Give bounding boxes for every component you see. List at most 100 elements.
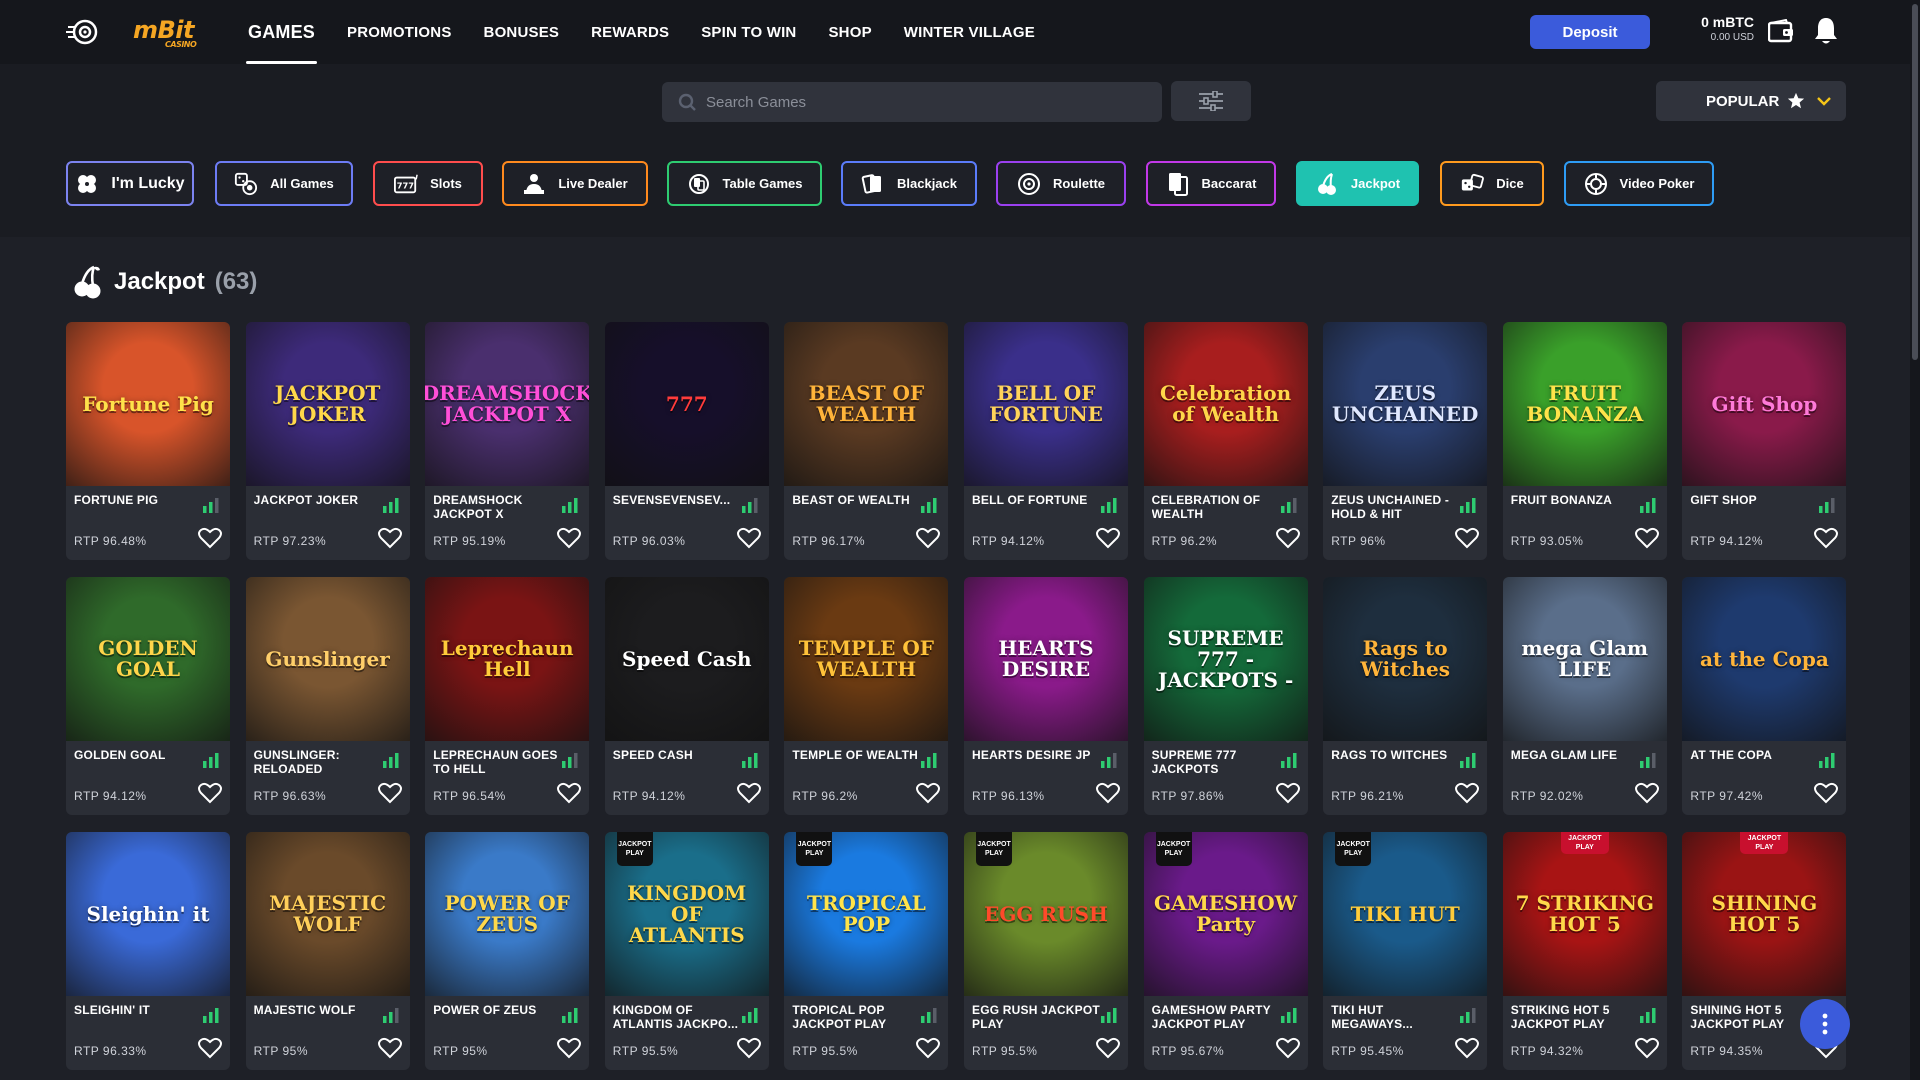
- game-card[interactable]: Rags to Witches RAGS TO WITCHES RTP 96.21%: [1323, 577, 1488, 815]
- favorite-heart-icon[interactable]: [377, 527, 402, 549]
- game-thumbnail[interactable]: at the Copa: [1682, 577, 1847, 741]
- deposit-button[interactable]: Deposit: [1530, 15, 1650, 49]
- game-card[interactable]: 777 SEVENSEVENSEV... RTP 96.03%: [604, 322, 769, 560]
- category-im-lucky[interactable]: I'm Lucky: [66, 161, 194, 206]
- game-card[interactable]: FRUIT BONANZA FRUIT BONANZA RTP 93.05%: [1502, 322, 1667, 560]
- game-card[interactable]: Sleighin' it SLEIGHIN' IT RTP 96.33%: [66, 832, 230, 1070]
- category-slots[interactable]: 777 Slots: [373, 161, 483, 206]
- favorite-heart-icon[interactable]: [916, 782, 941, 804]
- favorite-heart-icon[interactable]: [377, 1037, 402, 1059]
- favorite-heart-icon[interactable]: [1814, 782, 1839, 804]
- favorite-heart-icon[interactable]: [198, 527, 222, 549]
- favorite-heart-icon[interactable]: [557, 527, 582, 549]
- search-input[interactable]: [706, 93, 1146, 111]
- favorite-heart-icon[interactable]: [198, 782, 222, 804]
- balance-display[interactable]: 0 mBTC 0.00 USD: [1682, 14, 1754, 43]
- game-card[interactable]: HEARTS DESIRE HEARTS DESIRE JP RTP 96.13%: [964, 577, 1128, 815]
- favorite-heart-icon[interactable]: [198, 1037, 222, 1059]
- game-card[interactable]: mega Glam LIFE MEGA GLAM LIFE RTP 92.02%: [1502, 577, 1667, 815]
- nav-winter-village[interactable]: WINTER VILLAGE: [888, 0, 1051, 64]
- game-thumbnail[interactable]: 777: [604, 322, 769, 486]
- favorite-heart-icon[interactable]: [557, 1037, 582, 1059]
- category-all-games[interactable]: All Games: [215, 161, 353, 206]
- game-thumbnail[interactable]: EGG RUSH JACKPOT PLAY: [964, 832, 1128, 996]
- brand-logo[interactable]: mBit CASINO: [133, 16, 197, 49]
- game-thumbnail[interactable]: BELL OF FORTUNE: [964, 322, 1128, 486]
- game-card[interactable]: at the Copa AT THE COPA RTP 97.42%: [1682, 577, 1847, 815]
- game-card[interactable]: Celebration of Wealth CELEBRATION OF WEAL…: [1143, 322, 1308, 560]
- favorite-heart-icon[interactable]: [1634, 782, 1659, 804]
- game-thumbnail[interactable]: 7 STRIKING HOT 5 JACKPOT PLAY: [1502, 832, 1667, 996]
- favorite-heart-icon[interactable]: [1275, 782, 1300, 804]
- game-card[interactable]: Speed Cash SPEED CASH RTP 94.12%: [604, 577, 769, 815]
- game-thumbnail[interactable]: Rags to Witches: [1323, 577, 1488, 741]
- category-table-games[interactable]: Table Games: [667, 161, 822, 206]
- game-card[interactable]: Gunslinger GUNSLINGER: RELOADED RTP 96.63%: [245, 577, 410, 815]
- category-baccarat[interactable]: Baccarat: [1146, 161, 1276, 206]
- game-card[interactable]: TROPICAL POP JACKPOT PLAY TROPICAL POP JAC…: [784, 832, 949, 1070]
- game-card[interactable]: TEMPLE OF WEALTH TEMPLE OF WEALTH RTP 96.2…: [784, 577, 949, 815]
- game-thumbnail[interactable]: MAJESTIC WOLF: [245, 832, 410, 996]
- favorite-heart-icon[interactable]: [916, 527, 941, 549]
- category-video-poker[interactable]: Video Poker: [1564, 161, 1714, 206]
- favorite-heart-icon[interactable]: [736, 1037, 761, 1059]
- game-thumbnail[interactable]: SHINING HOT 5 JACKPOT PLAY: [1682, 832, 1847, 996]
- game-thumbnail[interactable]: GAMESHOW Party JACKPOT PLAY: [1143, 832, 1308, 996]
- notification-bell-icon[interactable]: [1813, 16, 1839, 46]
- game-thumbnail[interactable]: TROPICAL POP JACKPOT PLAY: [784, 832, 949, 996]
- favorite-heart-icon[interactable]: [1455, 527, 1480, 549]
- game-thumbnail[interactable]: HEARTS DESIRE: [964, 577, 1128, 741]
- game-thumbnail[interactable]: TIKI HUT JACKPOT PLAY: [1323, 832, 1488, 996]
- favorite-heart-icon[interactable]: [557, 782, 582, 804]
- scrollbar-thumb[interactable]: [1912, 4, 1918, 360]
- game-thumbnail[interactable]: mega Glam LIFE: [1502, 577, 1667, 741]
- favorite-heart-icon[interactable]: [1096, 1037, 1120, 1059]
- game-card[interactable]: Gift Shop GIFT SHOP RTP 94.12%: [1682, 322, 1847, 560]
- roulette-logo-icon[interactable]: [66, 17, 100, 47]
- category-jackpot[interactable]: Jackpot: [1296, 161, 1419, 206]
- game-thumbnail[interactable]: BEAST OF WEALTH: [784, 322, 949, 486]
- game-card[interactable]: SUPREME 777 - JACKPOTS - SUPREME 777 JACK…: [1143, 577, 1308, 815]
- more-options-button[interactable]: [1800, 999, 1850, 1049]
- game-thumbnail[interactable]: TEMPLE OF WEALTH: [784, 577, 949, 741]
- game-card[interactable]: BEAST OF WEALTH BEAST OF WEALTH RTP 96.17%: [784, 322, 949, 560]
- nav-rewards[interactable]: REWARDS: [575, 0, 685, 64]
- category-live-dealer[interactable]: Live Dealer: [502, 161, 648, 206]
- game-thumbnail[interactable]: Celebration of Wealth: [1143, 322, 1308, 486]
- favorite-heart-icon[interactable]: [377, 782, 402, 804]
- game-thumbnail[interactable]: Gunslinger: [245, 577, 410, 741]
- favorite-heart-icon[interactable]: [1275, 1037, 1300, 1059]
- game-card[interactable]: JACKPOT JOKER JACKPOT JOKER RTP 97.23%: [245, 322, 410, 560]
- game-thumbnail[interactable]: Sleighin' it: [66, 832, 230, 996]
- game-thumbnail[interactable]: Fortune Pig: [66, 322, 230, 486]
- game-card[interactable]: ZEUS UNCHAINED ZEUS UNCHAINED - HOLD & HI…: [1323, 322, 1488, 560]
- filter-button[interactable]: [1171, 81, 1251, 121]
- game-thumbnail[interactable]: JACKPOT JOKER: [245, 322, 410, 486]
- favorite-heart-icon[interactable]: [1455, 1037, 1480, 1059]
- nav-spin-to-win[interactable]: SPIN TO WIN: [685, 0, 812, 64]
- game-card[interactable]: Leprechaun Hell LEPRECHAUN GOES TO HELL RT…: [425, 577, 590, 815]
- favorite-heart-icon[interactable]: [1096, 527, 1120, 549]
- game-card[interactable]: Fortune Pig FORTUNE PIG RTP 96.48%: [66, 322, 230, 560]
- sort-dropdown[interactable]: POPULAR: [1656, 81, 1846, 121]
- game-thumbnail[interactable]: KINGDOM OF ATLANTIS JACKPOT PLAY: [604, 832, 769, 996]
- nav-shop[interactable]: SHOP: [812, 0, 887, 64]
- category-roulette[interactable]: Roulette: [996, 161, 1126, 206]
- game-card[interactable]: BELL OF FORTUNE BELL OF FORTUNE RTP 94.12%: [964, 322, 1128, 560]
- game-thumbnail[interactable]: ZEUS UNCHAINED: [1323, 322, 1488, 486]
- game-thumbnail[interactable]: Speed Cash: [604, 577, 769, 741]
- favorite-heart-icon[interactable]: [1096, 782, 1120, 804]
- game-thumbnail[interactable]: Gift Shop: [1682, 322, 1847, 486]
- game-thumbnail[interactable]: FRUIT BONANZA: [1502, 322, 1667, 486]
- category-blackjack[interactable]: Blackjack: [841, 161, 977, 206]
- game-thumbnail[interactable]: SUPREME 777 - JACKPOTS -: [1143, 577, 1308, 741]
- search-bar[interactable]: [662, 82, 1162, 122]
- game-card[interactable]: 7 STRIKING HOT 5 JACKPOT PLAY STRIKING HOT…: [1502, 832, 1667, 1070]
- game-card[interactable]: MAJESTIC WOLF MAJESTIC WOLF RTP 95%: [245, 832, 410, 1070]
- favorite-heart-icon[interactable]: [1455, 782, 1480, 804]
- wallet-icon[interactable]: [1768, 19, 1794, 43]
- nav-bonuses[interactable]: BONUSES: [468, 0, 576, 64]
- category-dice[interactable]: Dice: [1440, 161, 1544, 206]
- favorite-heart-icon[interactable]: [1634, 1037, 1659, 1059]
- game-thumbnail[interactable]: POWER OF ZEUS: [425, 832, 590, 996]
